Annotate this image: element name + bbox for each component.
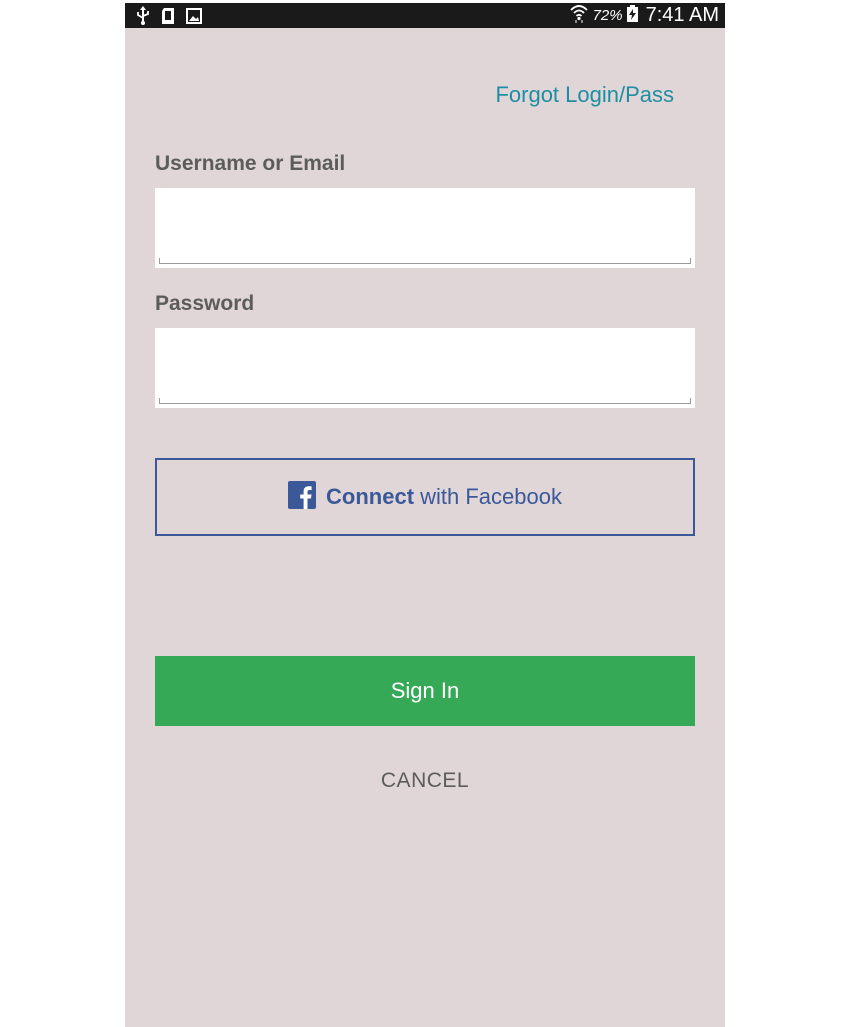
password-field-container	[155, 328, 695, 408]
usb-icon	[135, 6, 151, 26]
facebook-connect-button[interactable]: Connect with Facebook	[155, 458, 695, 536]
image-icon	[185, 7, 203, 25]
password-underline	[159, 398, 691, 404]
forgot-login-link[interactable]: Forgot Login/Pass	[495, 82, 674, 108]
username-input[interactable]	[159, 198, 691, 248]
facebook-connect-bold: Connect	[326, 484, 415, 509]
sign-in-label: Sign In	[390, 678, 460, 703]
battery-charging-icon	[626, 4, 638, 27]
status-notification-icons	[135, 6, 203, 26]
status-system-icons: 72% 7:41 AM	[569, 3, 719, 28]
password-input[interactable]	[159, 338, 691, 388]
wifi-icon	[569, 3, 589, 28]
login-screen: 72% 7:41 AM Forgot Login/Pass Username o…	[125, 3, 725, 1027]
facebook-connect-label: Connect with Facebook	[326, 484, 562, 510]
status-clock: 7:41 AM	[645, 4, 719, 26]
username-underline	[159, 258, 691, 264]
battery-percent: 72%	[592, 7, 623, 24]
username-label: Username or Email	[155, 152, 346, 175]
facebook-icon	[288, 480, 326, 514]
password-label: Password	[155, 292, 255, 315]
status-bar: 72% 7:41 AM	[125, 3, 725, 28]
username-field-container	[155, 188, 695, 268]
sd-card-icon	[161, 7, 175, 25]
sign-in-button[interactable]: Sign In	[155, 656, 695, 726]
facebook-connect-rest: with Facebook	[414, 484, 562, 509]
cancel-button[interactable]: CANCEL	[125, 769, 725, 793]
